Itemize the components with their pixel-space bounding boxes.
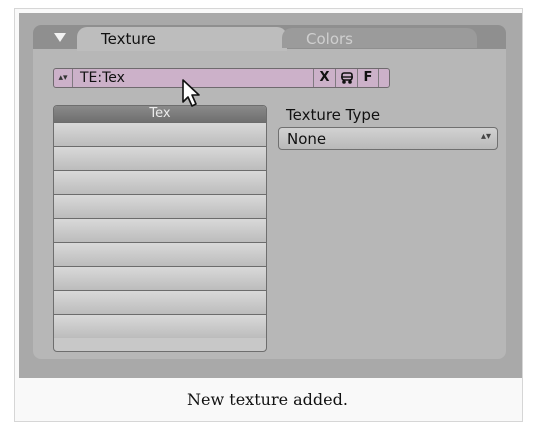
f-button[interactable]: F bbox=[357, 69, 379, 87]
texture-slot-6[interactable] bbox=[54, 242, 266, 266]
select-arrows-icon: ▴▾ bbox=[480, 131, 491, 142]
texture-slot-4[interactable] bbox=[54, 194, 266, 218]
mouse-pointer-icon bbox=[182, 79, 200, 107]
tab-colors-label: Colors bbox=[306, 30, 353, 48]
unlink-button[interactable]: X bbox=[313, 69, 335, 87]
texture-slot-5[interactable] bbox=[54, 218, 266, 242]
texture-slot-7[interactable] bbox=[54, 266, 266, 290]
browse-texture-button[interactable]: ▴▾ bbox=[54, 69, 73, 87]
car-icon bbox=[340, 72, 353, 84]
figure-caption: New texture added. bbox=[187, 390, 348, 409]
texture-type-value: None bbox=[287, 130, 327, 148]
screenshot: Texture Colors ▴▾ TE:Tex X F Tex Texture… bbox=[19, 13, 522, 378]
tab-texture[interactable]: Texture bbox=[77, 27, 287, 51]
texture-slot-3[interactable] bbox=[54, 170, 266, 194]
collapse-arrow-icon[interactable] bbox=[54, 33, 66, 42]
texture-name[interactable]: TE:Tex bbox=[80, 70, 125, 86]
texture-slot-8[interactable] bbox=[54, 290, 266, 314]
texture-slot-2[interactable] bbox=[54, 146, 266, 170]
texture-type-label: Texture Type bbox=[286, 106, 381, 124]
tab-colors[interactable]: Colors bbox=[282, 28, 477, 48]
texture-slot-9[interactable] bbox=[54, 314, 266, 338]
fake-user-button[interactable] bbox=[335, 69, 357, 87]
texture-type-select[interactable]: None ▴▾ bbox=[278, 127, 498, 150]
texture-datablock-field[interactable]: ▴▾ TE:Tex X F bbox=[53, 68, 390, 88]
list-header: Tex bbox=[54, 106, 266, 122]
tab-texture-label: Texture bbox=[101, 30, 156, 48]
texture-slot-list: Tex bbox=[53, 105, 267, 352]
texture-slot-1[interactable] bbox=[54, 122, 266, 146]
